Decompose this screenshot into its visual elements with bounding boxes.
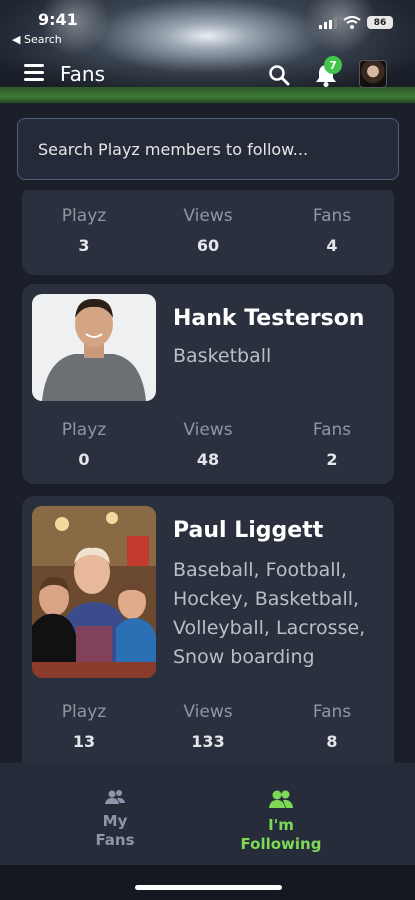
member-photo [32, 506, 156, 678]
signal-icon [319, 16, 337, 29]
member-card[interactable]: Hank Testerson Basketball Playz 0 Views … [22, 284, 394, 484]
battery-icon: 86 [367, 16, 393, 29]
stat-label: Views [183, 420, 233, 440]
member-stats: Playz 3 Views 60 Fans 4 [22, 206, 394, 255]
users-icon [105, 790, 125, 804]
stat-fans: Fans 2 [270, 420, 394, 469]
stat-label: Fans [312, 206, 352, 226]
member-card[interactable]: Playz 3 Views 60 Fans 4 [22, 190, 394, 275]
following-list[interactable]: Playz 3 Views 60 Fans 4 Hank Testerson B… [0, 190, 415, 763]
stat-value: 2 [326, 450, 338, 469]
navbar: Fans 7 [0, 56, 415, 92]
tab-my-fans[interactable]: My Fans [82, 789, 148, 849]
wifi-icon [343, 16, 361, 29]
stat-views: Views 48 [146, 420, 270, 469]
notification-badge: 7 [324, 56, 342, 74]
following-users-icon [269, 790, 293, 808]
stat-playz: Playz 0 [22, 420, 146, 469]
bottom-tab-bar: My Fans I'm Following [0, 763, 415, 865]
menu-icon[interactable] [24, 64, 44, 82]
tab-label: My Fans [95, 812, 135, 849]
stat-value: 3 [78, 236, 90, 255]
home-indicator-area [0, 865, 415, 900]
stat-label: Playz [61, 702, 107, 722]
member-sports: Baseball, Football, Hockey, Basketball, … [173, 559, 366, 668]
stat-fans: Fans 8 [270, 702, 394, 751]
stat-label: Views [183, 206, 233, 226]
page-title: Fans [60, 62, 106, 86]
member-photo [32, 294, 156, 401]
member-search-input[interactable] [38, 139, 398, 159]
status-bar: 9:41 ◀ Search 86 [0, 6, 415, 50]
stat-value: 0 [78, 450, 90, 469]
stat-playz: Playz 3 [22, 206, 146, 255]
header: 9:41 ◀ Search 86 Fans 7 [0, 0, 415, 103]
profile-avatar[interactable] [359, 60, 387, 88]
member-sports: Basketball [173, 345, 272, 367]
stat-label: Playz [61, 420, 107, 440]
stat-label: Fans [312, 420, 352, 440]
member-card[interactable]: Paul Liggett Baseball, Football, Hockey,… [22, 496, 394, 763]
member-stats: Playz 13 Views 133 Fans 8 [22, 702, 394, 751]
status-icons: 86 [319, 16, 393, 29]
stat-value: 13 [72, 732, 96, 751]
member-stats: Playz 0 Views 48 Fans 2 [22, 420, 394, 469]
status-time: 9:41 [38, 10, 78, 29]
stat-value: 4 [326, 236, 338, 255]
back-to-search-link[interactable]: ◀ Search [12, 33, 62, 46]
member-name[interactable]: Hank Testerson [173, 306, 364, 331]
search-icon[interactable] [268, 64, 290, 86]
member-photo-image [32, 506, 156, 678]
stat-value: 133 [191, 732, 225, 751]
stat-value: 60 [196, 236, 220, 255]
stat-playz: Playz 13 [22, 702, 146, 751]
stat-label: Playz [61, 206, 107, 226]
stat-fans: Fans 4 [270, 206, 394, 255]
stat-value: 8 [326, 732, 338, 751]
stat-views: Views 133 [146, 702, 270, 751]
home-indicator[interactable] [135, 885, 282, 890]
stat-value: 48 [196, 450, 220, 469]
member-photo-image [32, 294, 156, 401]
stat-label: Fans [312, 702, 352, 722]
tab-im-following[interactable]: I'm Following [226, 789, 336, 853]
member-name[interactable]: Paul Liggett [173, 518, 323, 543]
stat-label: Views [183, 702, 233, 722]
tab-label: I'm Following [240, 816, 322, 853]
stat-views: Views 60 [146, 206, 270, 255]
member-search-field[interactable] [17, 118, 399, 180]
